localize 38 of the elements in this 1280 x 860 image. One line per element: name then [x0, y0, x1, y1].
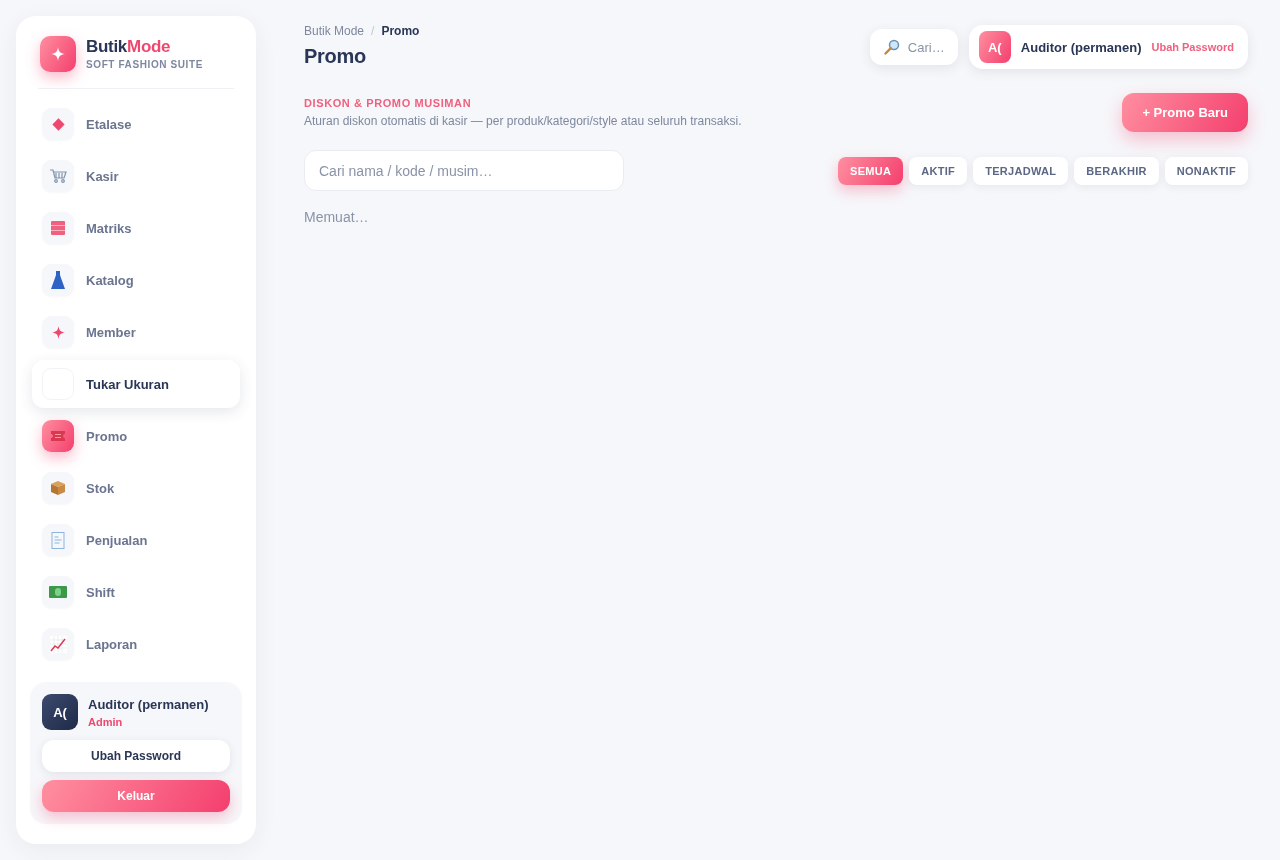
sparkle-logo-icon — [40, 36, 76, 72]
breadcrumb-item[interactable]: Butik Mode — [304, 24, 365, 38]
nav-item[interactable]: Katalog — [32, 256, 240, 304]
user-avatar: A( — [42, 694, 78, 730]
nav-item[interactable]: Shift — [32, 568, 240, 616]
search-field[interactable]: Cari… — [869, 29, 958, 65]
logout-button[interactable]: Keluar — [42, 780, 230, 812]
breadcrumb-item: Promo — [381, 24, 420, 38]
user-name: Auditor (permanen) — [88, 696, 209, 712]
brand-name: ButikMode — [86, 37, 172, 57]
nav-item[interactable]: Member — [32, 308, 240, 356]
filter-tab[interactable]: SEMUA — [838, 156, 904, 185]
search-input[interactable]: Cari nama / kode / musim… — [304, 150, 624, 191]
new-promo-button[interactable]: + Promo Baru — [1122, 93, 1248, 132]
user-name: Auditor (permanen) — [1020, 39, 1142, 55]
search-icon — [883, 39, 900, 55]
loading-text: Memuat… — [304, 209, 370, 225]
breadcrumb-separator: / — [371, 24, 375, 38]
change-password-button[interactable]: Ubah Password — [42, 740, 230, 772]
page-title: Promo — [304, 45, 367, 68]
filter-tab[interactable]: BERAKHIR — [1074, 156, 1159, 185]
nav-item[interactable]: Matriks — [32, 204, 240, 252]
nav-item[interactable]: Penjualan — [32, 516, 240, 564]
nav-item[interactable]: Laporan — [32, 620, 240, 668]
filter-tab[interactable]: AKTIF — [909, 156, 968, 185]
section-eyebrow: DISKON & PROMO MUSIMAN — [304, 97, 473, 109]
nav-item[interactable]: Kasir — [32, 152, 240, 200]
nav-item[interactable]: Tukar Ukuran — [32, 360, 240, 408]
filter-tab[interactable]: NONAKTIF — [1164, 156, 1248, 185]
filter-tab[interactable]: TERJADWAL — [973, 156, 1069, 185]
change-password-link[interactable]: Ubah Password — [1151, 41, 1234, 53]
user-avatar: A( — [978, 31, 1011, 63]
section-description: Aturan diskon otomatis di kasir — per produk/kategori/style atau seluruh transaksi. — [304, 114, 742, 128]
user-role: Admin — [88, 715, 124, 728]
nav-item[interactable]: Promo — [32, 412, 240, 460]
nav-item[interactable]: Stok — [32, 464, 240, 512]
nav-item[interactable]: Etalase — [32, 100, 240, 148]
brand-tagline: SOFT FASHION SUITE — [86, 59, 203, 71]
